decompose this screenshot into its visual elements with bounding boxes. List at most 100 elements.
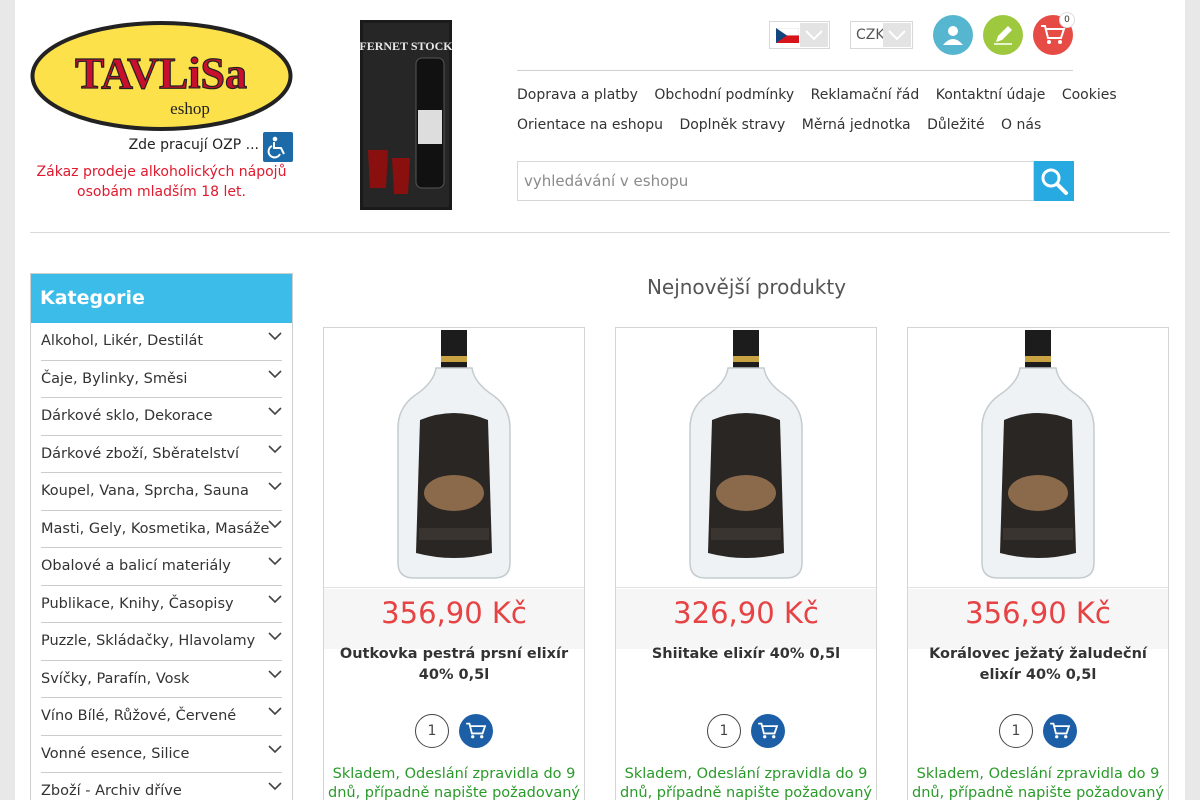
currency-select[interactable]: CZK — [850, 21, 913, 49]
chevron-down-icon[interactable] — [268, 406, 282, 416]
chevron-down-icon[interactable] — [268, 594, 282, 604]
cart-icon — [758, 722, 779, 739]
category-item[interactable]: Alkohol, Likér, Destilát — [41, 323, 282, 361]
product-price: 356,90 Kč — [381, 596, 527, 630]
nav-link-doplnek-stravy[interactable]: Doplněk stravy — [679, 117, 785, 133]
chevron-down-icon[interactable] — [268, 706, 282, 716]
product-image[interactable] — [616, 328, 876, 588]
category-item[interactable]: Dárkové zboží, Sběratelství — [41, 436, 282, 473]
chevron-down-icon[interactable] — [268, 444, 282, 454]
stock-status: Skladem, Odeslání zpravidla do 9 dnů, př… — [912, 766, 1164, 800]
category-item[interactable]: Puzzle, Skládačky, Hlavolamy — [41, 623, 282, 661]
product-card[interactable]: 326,90 Kč Shiitake elixír 40% 0,5l 1 Skl… — [615, 327, 877, 800]
chevron-down-icon[interactable] — [268, 744, 282, 754]
section-title: Nejnovější produkty — [646, 275, 847, 299]
chevron-down-icon[interactable] — [800, 23, 828, 47]
cart-count-badge: 0 — [1059, 12, 1075, 28]
category-label: Dárkové zboží, Sběratelství — [41, 445, 240, 462]
category-item[interactable]: Vonné esence, Silice — [41, 736, 282, 773]
category-label: Koupel, Vana, Sprcha, Sauna — [41, 483, 249, 499]
nav-link-o-nas[interactable]: O nás — [1001, 117, 1041, 133]
search-icon — [1041, 168, 1068, 195]
category-label: Dárkové sklo, Dekorace — [41, 408, 213, 424]
search-box — [517, 161, 1034, 201]
search-input[interactable] — [518, 162, 1033, 200]
category-sidebar: Kategorie Alkohol, Likér, Destilát Čaje, … — [30, 273, 293, 800]
logo-tagline: eshop — [170, 99, 210, 118]
category-label: Svíčky, Parafín, Vosk — [41, 670, 190, 687]
czech-flag-icon — [776, 28, 799, 43]
product-name[interactable]: Shiitake elixír 40% 0,5l — [622, 644, 870, 665]
age-warning: Zákaz prodeje alkoholických nápojů osobá… — [36, 164, 287, 200]
nav-link-dulezite[interactable]: Důležité — [927, 117, 985, 133]
chevron-down-icon[interactable] — [883, 23, 911, 47]
quantity-input[interactable]: 1 — [999, 714, 1033, 748]
add-to-cart-button[interactable] — [1043, 714, 1077, 748]
pencil-icon — [994, 26, 1012, 45]
chevron-down-icon[interactable] — [268, 369, 282, 379]
quantity-input[interactable]: 1 — [415, 714, 449, 748]
category-item[interactable]: Víno Bílé, Růžové, Červené — [41, 698, 282, 736]
user-account-button[interactable] — [933, 15, 973, 55]
wheelchair-icon[interactable] — [263, 132, 293, 162]
stock-status: Skladem, Odeslání zpravidla do 9 dnů, př… — [328, 766, 580, 800]
nav-link-reklamacni-rad[interactable]: Reklamační řád — [811, 87, 920, 103]
logo[interactable]: TAVLiSa eshop — [30, 20, 293, 132]
stock-status: Skladem, Odeslání zpravidla do 9 dnů, př… — [620, 766, 872, 800]
quantity-input[interactable]: 1 — [707, 714, 741, 748]
search-button[interactable] — [1034, 161, 1074, 201]
category-item[interactable]: Dárkové sklo, Dekorace — [41, 398, 282, 436]
product-card[interactable]: 356,90 Kč Korálovec ježatý žaludeční eli… — [907, 327, 1169, 800]
chevron-down-icon[interactable] — [268, 331, 282, 341]
category-item[interactable]: Obalové a balicí materiály — [41, 548, 282, 586]
banner-product-image[interactable]: FERNET STOCK — [358, 18, 454, 212]
category-item[interactable]: Masti, Gely, Kosmetika, Masáže — [41, 511, 282, 548]
category-item[interactable]: Svíčky, Parafín, Vosk — [41, 661, 282, 698]
top-nav: Doprava a platby Obchodní podmínky Rekla… — [517, 87, 1117, 147]
product-name[interactable]: Outkovka pestrá prsní elixír 40% 0,5l — [330, 644, 578, 686]
category-label: Čaje, Bylinky, Směsi — [41, 370, 188, 387]
product-card[interactable]: 356,90 Kč Outkovka pestrá prsní elixír 4… — [323, 327, 585, 800]
nav-link-cookies[interactable]: Cookies — [1062, 87, 1117, 103]
nav-link-doprava[interactable]: Doprava a platby — [517, 87, 638, 103]
chevron-down-icon[interactable] — [268, 481, 282, 491]
nav-link-merna-jednotka[interactable]: Měrná jednotka — [802, 117, 911, 133]
sidebar-title: Kategorie — [31, 274, 292, 323]
category-label: Publikace, Knihy, Časopisy — [41, 595, 234, 612]
cart-icon — [1050, 722, 1071, 739]
category-label: Víno Bílé, Růžové, Červené — [41, 708, 237, 724]
user-icon — [943, 26, 963, 45]
category-label: Zboží - Archiv dříve — [41, 783, 182, 799]
category-label: Obalové a balicí materiály — [41, 558, 231, 574]
logo-brand: TAVLiSa — [75, 49, 247, 98]
product-name[interactable]: Korálovec ježatý žaludeční elixír 40% 0,… — [914, 644, 1162, 686]
nav-row-2: Orientace na eshopu Doplněk stravy Měrná… — [517, 117, 1077, 147]
category-label: Masti, Gely, Kosmetika, Masáže — [41, 520, 270, 537]
product-price: 326,90 Kč — [673, 596, 819, 630]
category-label: Vonné esence, Silice — [41, 745, 190, 762]
banner-label: FERNET STOCK — [359, 39, 453, 53]
language-select[interactable] — [769, 21, 830, 49]
register-button[interactable] — [983, 15, 1023, 55]
ozp-row: Zde pracují OZP ... — [30, 131, 293, 163]
category-item[interactable]: Publikace, Knihy, Časopisy — [41, 586, 282, 623]
chevron-down-icon[interactable] — [268, 519, 282, 529]
category-label: Alkohol, Likér, Destilát — [41, 333, 204, 349]
chevron-down-icon[interactable] — [268, 669, 282, 679]
chevron-down-icon[interactable] — [268, 781, 282, 791]
add-to-cart-button[interactable] — [459, 714, 493, 748]
category-item[interactable]: Koupel, Vana, Sprcha, Sauna — [41, 473, 282, 511]
page: TAVLiSa eshop Zde pracují OZP ... Zákaz … — [15, 0, 1185, 800]
product-price: 356,90 Kč — [965, 596, 1111, 630]
nav-link-kontaktni-udaje[interactable]: Kontaktní údaje — [936, 87, 1046, 103]
product-image[interactable] — [324, 328, 584, 588]
add-to-cart-button[interactable] — [751, 714, 785, 748]
product-image[interactable] — [908, 328, 1168, 588]
chevron-down-icon[interactable] — [268, 631, 282, 641]
category-item[interactable]: Zboží - Archiv dříve — [41, 773, 282, 800]
nav-link-obchodni-podminky[interactable]: Obchodní podmínky — [654, 87, 794, 103]
chevron-down-icon[interactable] — [268, 556, 282, 566]
nav-link-orientace[interactable]: Orientace na eshopu — [517, 117, 663, 133]
category-item[interactable]: Čaje, Bylinky, Směsi — [41, 361, 282, 398]
ozp-text[interactable]: Zde pracují OZP ... — [129, 137, 259, 153]
